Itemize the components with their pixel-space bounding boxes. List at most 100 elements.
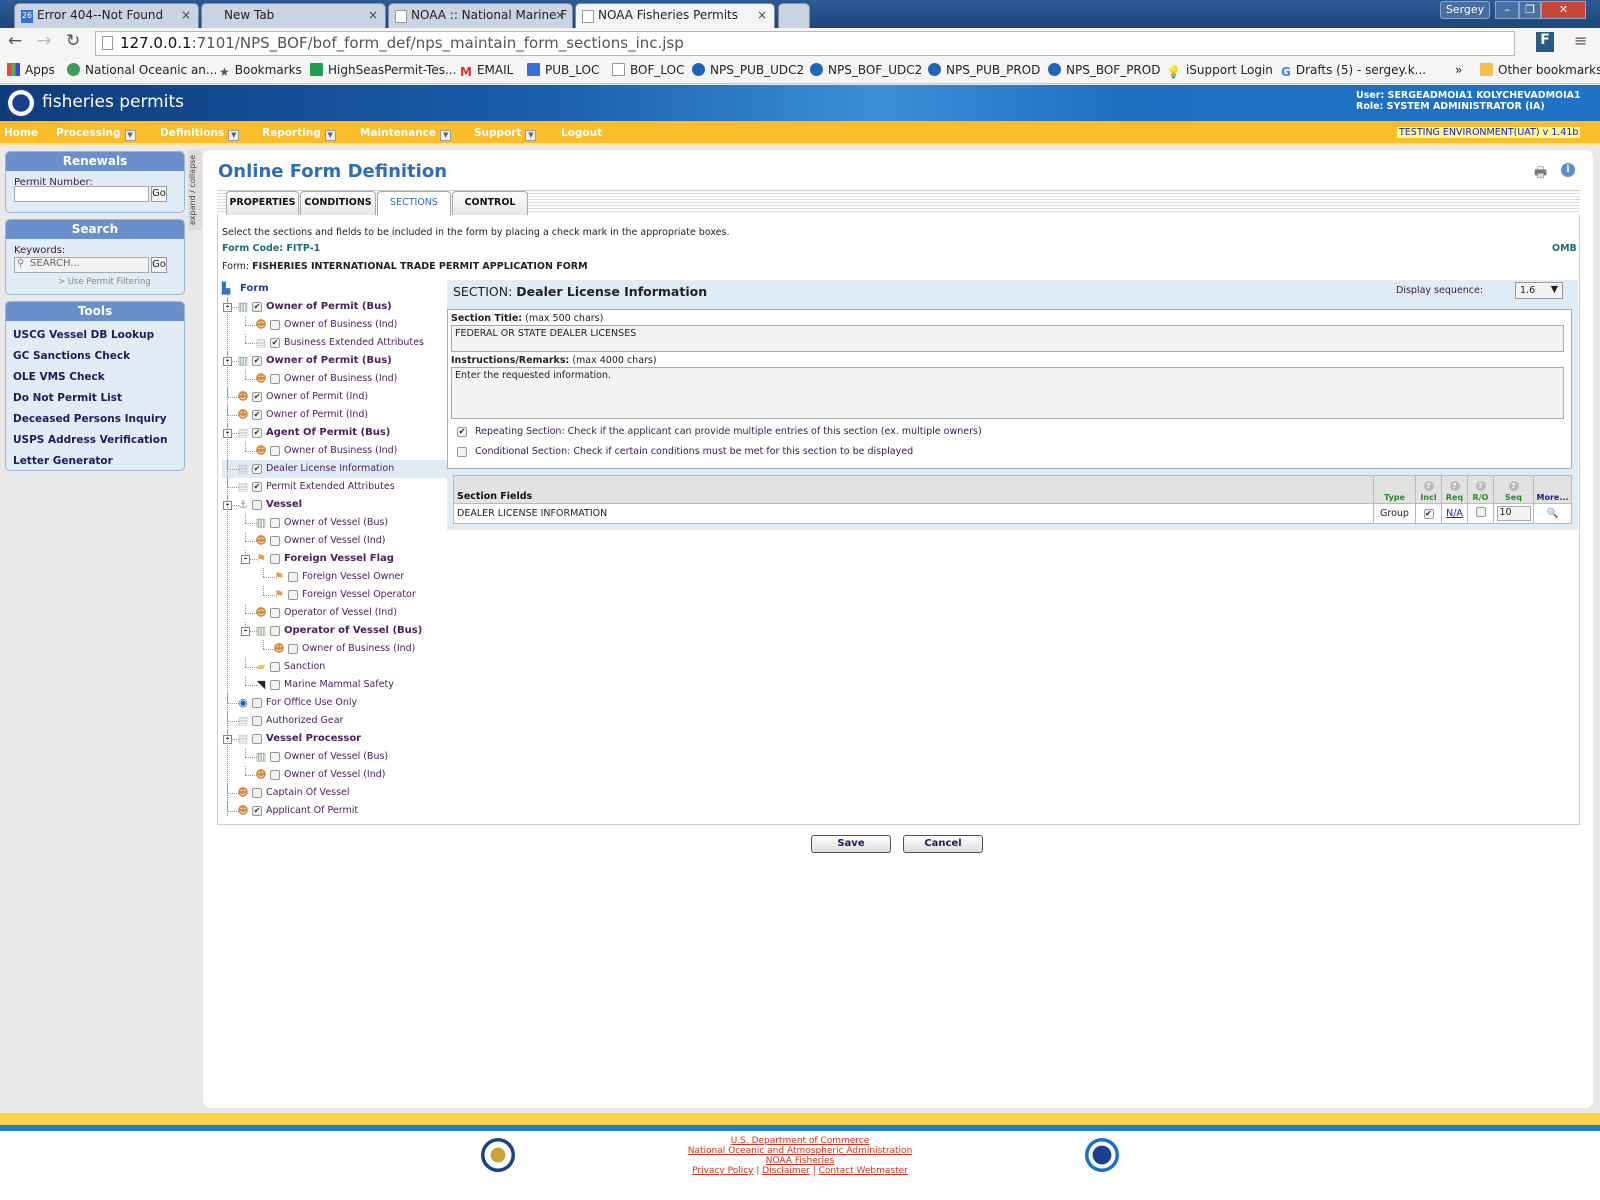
tree-item-checkbox[interactable]	[270, 752, 280, 762]
help-icon[interactable]: ?	[1423, 481, 1434, 491]
permit-filtering-link[interactable]: > Use Permit Filtering	[58, 277, 151, 287]
tool-uscg-vessel-lookup[interactable]: USCG Vessel DB Lookup	[13, 329, 184, 342]
noaa-logo[interactable]	[6, 88, 36, 118]
nav-reporting[interactable]: Reporting ▼	[262, 127, 336, 141]
close-tab-icon[interactable]: ×	[368, 8, 378, 22]
tree-item-checkbox[interactable]: ✔	[252, 302, 262, 312]
nav-processing[interactable]: Processing ▼	[56, 127, 136, 141]
keywords-input[interactable]: ⚲ SEARCH...	[14, 257, 149, 273]
tree-item-checkbox[interactable]	[252, 716, 262, 726]
bookmark-folder[interactable]: Other bookmarks	[1480, 63, 1600, 77]
tab-sections[interactable]: SECTIONS	[377, 191, 451, 216]
tree-item-checkbox[interactable]	[288, 572, 298, 582]
tab-control[interactable]: CONTROL	[452, 191, 528, 215]
tree-item-checkbox[interactable]: ✔	[252, 392, 262, 402]
restore-icon[interactable]: ❐	[1519, 1, 1541, 19]
close-window-icon[interactable]: ✕	[1541, 1, 1586, 19]
forward-icon[interactable]: →	[37, 31, 51, 51]
info-icon[interactable]: i	[1561, 163, 1575, 177]
close-tab-icon[interactable]: ×	[555, 8, 565, 22]
tree-item-checkbox[interactable]: ✔	[252, 482, 262, 492]
extension-icon[interactable]: F	[1536, 32, 1554, 52]
tree-item[interactable]: ⚑ Foreign Vessel Operator	[222, 586, 447, 604]
tree-item[interactable]: ◉ For Office Use Only	[222, 694, 447, 712]
bookmark[interactable]: PUB_LOC	[527, 63, 599, 77]
help-icon[interactable]: ?	[1449, 481, 1460, 491]
tree-item[interactable]: ☻ Owner of Business (Ind)	[222, 640, 447, 658]
tab-conditions[interactable]: CONDITIONS	[300, 191, 376, 215]
tree-item-checkbox[interactable]	[270, 770, 280, 780]
tree-item[interactable]: ◥ Marine Mammal Safety	[222, 676, 447, 694]
tree-item-checkbox[interactable]	[252, 788, 262, 798]
display-sequence-select[interactable]: 1.6 ▼	[1515, 282, 1563, 299]
remarks-textarea[interactable]: Enter the requested information.	[451, 367, 1564, 419]
tree-item-checkbox[interactable]	[252, 698, 262, 708]
tree-item[interactable]: ☻ Owner of Business (Ind)	[222, 316, 447, 334]
tree-item-checkbox[interactable]: ✔	[252, 356, 262, 366]
tree-item[interactable]: - ▥ ✔ Owner of Permit (Bus)	[222, 298, 447, 316]
disclaimer-link[interactable]: Disclaimer	[762, 1166, 810, 1176]
tree-item[interactable]: ▥ Owner of Vessel (Bus)	[222, 748, 447, 766]
browser-tab[interactable]: NOAA :: National Marine F ×	[388, 3, 573, 28]
tree-item[interactable]: ☻ Owner of Business (Ind)	[222, 442, 447, 460]
bookmark[interactable]: G Drafts (5) - sergey.k...	[1281, 63, 1426, 79]
tree-item[interactable]: - ⚑ Foreign Vessel Flag	[222, 550, 447, 568]
ro-checkbox[interactable]	[1475, 507, 1486, 517]
dropdown-icon[interactable]: ▼	[124, 130, 136, 141]
tree-item-checkbox[interactable]	[270, 554, 280, 564]
incl-checkbox[interactable]: ✔	[1423, 509, 1434, 519]
reload-icon[interactable]: ↻	[66, 31, 80, 51]
save-button[interactable]: Save	[811, 835, 891, 853]
tree-item[interactable]: - ▥ Operator of Vessel (Bus)	[222, 622, 447, 640]
dropdown-icon[interactable]: ▼	[324, 130, 336, 141]
bookmark[interactable]: NPS_BOF_PROD	[1048, 63, 1160, 77]
help-icon[interactable]: ?	[1475, 481, 1486, 491]
minimize-icon[interactable]: –	[1495, 1, 1519, 19]
footer-link-commerce[interactable]: U.S. Department of Commerce	[0, 1136, 1600, 1146]
bookmark-apps[interactable]: Apps	[7, 63, 55, 77]
print-icon[interactable]: 🖶	[1534, 162, 1547, 186]
footer-link-noaa[interactable]: National Oceanic and Atmospheric Adminis…	[0, 1146, 1600, 1156]
tree-item[interactable]: ☻ Owner of Vessel (Ind)	[222, 532, 447, 550]
tool-ole-vms-check[interactable]: OLE VMS Check	[13, 371, 184, 384]
close-tab-icon[interactable]: ×	[757, 8, 767, 22]
bookmark[interactable]: HighSeasPermit-Tes...	[310, 63, 456, 77]
dropdown-icon[interactable]: ▼	[228, 130, 240, 141]
browser-tab-active[interactable]: NOAA Fisheries Permits ×	[575, 3, 775, 28]
browser-tab[interactable]: 26 Error 404--Not Found ×	[14, 3, 199, 28]
tree-item-checkbox[interactable]	[252, 500, 262, 510]
seq-input[interactable]: 10	[1496, 506, 1531, 521]
bookmark[interactable]: BOF_LOC	[612, 63, 684, 77]
nav-support[interactable]: Support ▼	[474, 127, 537, 141]
nav-definitions[interactable]: Definitions ▼	[160, 127, 240, 141]
renewals-go-button[interactable]: Go	[151, 186, 167, 202]
tree-item[interactable]: ☻ Operator of Vessel (Ind)	[222, 604, 447, 622]
repeating-section-checkbox[interactable]: ✔	[457, 427, 467, 437]
privacy-policy-link[interactable]: Privacy Policy	[692, 1166, 753, 1176]
collapse-toggle-icon[interactable]: -	[241, 555, 250, 564]
tree-item-checkbox[interactable]	[270, 536, 280, 546]
req-value[interactable]: N/A	[1446, 508, 1463, 519]
tool-deceased-persons-inquiry[interactable]: Deceased Persons Inquiry	[13, 413, 184, 426]
tree-item-checkbox[interactable]	[270, 446, 280, 456]
profile-button[interactable]: Sergey	[1440, 1, 1490, 19]
tool-usps-address-verification[interactable]: USPS Address Verification	[13, 434, 184, 447]
nav-home[interactable]: Home	[4, 127, 38, 139]
tree-item[interactable]: ▤ Authorized Gear	[222, 712, 447, 730]
tree-item[interactable]: ☻ Owner of Vessel (Ind)	[222, 766, 447, 784]
tree-item-checkbox[interactable]: ✔	[270, 338, 280, 348]
tree-item-checkbox[interactable]	[270, 320, 280, 330]
tree-item-checkbox[interactable]	[288, 644, 298, 654]
tree-item-checkbox[interactable]	[270, 608, 280, 618]
bookmark[interactable]: NPS_PUB_PROD	[928, 63, 1040, 77]
tree-item[interactable]: - ▥ ✔ Owner of Permit (Bus)	[222, 352, 447, 370]
tree-item-checkbox[interactable]	[252, 734, 262, 744]
tree-item-checkbox[interactable]	[288, 590, 298, 600]
cancel-button[interactable]: Cancel	[903, 835, 983, 853]
tree-item-checkbox[interactable]	[270, 680, 280, 690]
tree-item[interactable]: ☻ ✔ Applicant Of Permit	[222, 802, 447, 820]
footer-link-fisheries[interactable]: NOAA Fisheries	[0, 1156, 1600, 1166]
tree-item-checkbox[interactable]	[270, 374, 280, 384]
tool-do-not-permit-list[interactable]: Do Not Permit List	[13, 392, 184, 405]
tree-item[interactable]: ▰ Sanction	[222, 658, 447, 676]
